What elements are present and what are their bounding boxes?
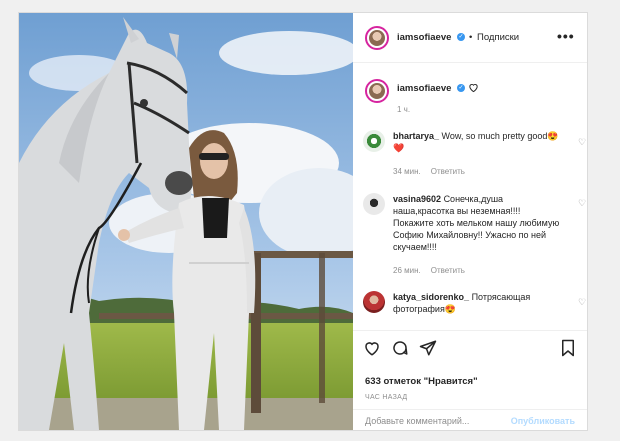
reply-button[interactable]: Ответить xyxy=(431,266,465,275)
add-comment-bar: Добавьте комментарий... Опубликовать xyxy=(353,409,587,431)
comment-icon[interactable] xyxy=(391,339,409,357)
post-card: iamsofiaeve ✓ • Подписки ••• iamsofiaeve… xyxy=(18,12,588,431)
comment-author[interactable]: katya_sidorenko_ xyxy=(393,292,469,302)
comment-text: katya_sidorenko_ Потрясающая фотография😍 xyxy=(393,292,531,314)
caption-avatar[interactable] xyxy=(365,79,389,103)
share-icon[interactable] xyxy=(419,339,437,357)
comment-meta: 26 мин. Ответить xyxy=(393,266,475,275)
commenter-avatar[interactable] xyxy=(363,291,385,313)
more-icon[interactable]: ••• xyxy=(557,28,575,44)
comment-like-icon[interactable]: ♡ xyxy=(578,297,586,308)
comment-meta: 34 мин. Ответить xyxy=(393,167,475,176)
likes-count[interactable]: 633 отметок "Нравится" xyxy=(365,376,478,387)
comment-time: 26 мин. xyxy=(393,266,421,275)
caption-time: 1 ч. xyxy=(397,105,411,114)
reply-button[interactable]: Ответить xyxy=(431,167,465,176)
author-username[interactable]: iamsofiaeve xyxy=(397,32,451,43)
caption-heart-icon xyxy=(469,83,478,93)
verified-badge-icon: ✓ xyxy=(457,33,465,41)
following-button[interactable]: Подписки xyxy=(477,32,519,43)
comment-time: 34 мин. xyxy=(393,167,421,176)
bookmark-icon[interactable] xyxy=(559,339,577,357)
commenter-avatar[interactable] xyxy=(363,193,385,215)
comment-author[interactable]: vasina9602 xyxy=(393,194,441,204)
comment-like-icon[interactable]: ♡ xyxy=(578,198,586,209)
author-avatar[interactable] xyxy=(365,26,389,50)
post-sidebar: iamsofiaeve ✓ • Подписки ••• iamsofiaeve… xyxy=(353,13,587,430)
comment-text: vasina9602 Сонечка,душа наша,красотка вы… xyxy=(393,194,560,252)
separator-dot: • xyxy=(469,32,473,43)
comment-like-icon[interactable]: ♡ xyxy=(578,137,586,148)
caption-username[interactable]: iamsofiaeve xyxy=(397,83,451,94)
post-header: iamsofiaeve ✓ • Подписки ••• xyxy=(353,13,587,63)
action-bar: 633 отметок "Нравится" ЧАС НАЗАД Добавьт… xyxy=(353,330,587,430)
caption-verified-badge-icon: ✓ xyxy=(457,84,465,92)
heart-icon[interactable] xyxy=(363,339,381,357)
comment-input[interactable]: Добавьте комментарий... xyxy=(365,416,469,426)
comment-author[interactable]: bhartarya_ xyxy=(393,131,439,141)
post-time: ЧАС НАЗАД xyxy=(365,394,408,401)
post-photo[interactable] xyxy=(19,13,353,430)
publish-button[interactable]: Опубликовать xyxy=(511,416,575,426)
commenter-avatar[interactable] xyxy=(363,130,385,152)
comment-text: bhartarya_ Wow, so much pretty good😍❤️ xyxy=(393,131,559,153)
